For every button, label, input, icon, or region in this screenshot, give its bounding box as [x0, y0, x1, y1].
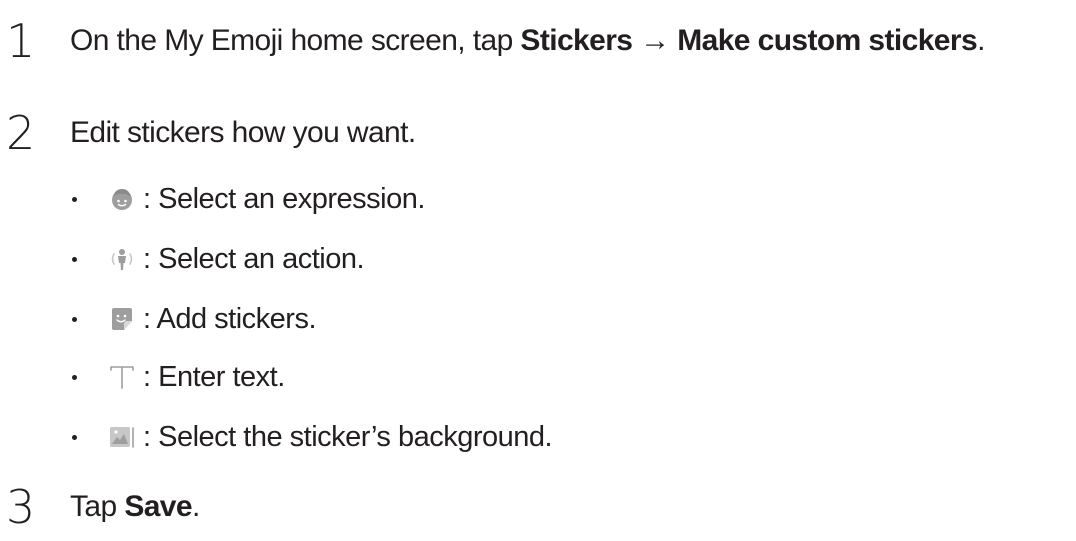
- step-text-bold-save: Save: [124, 490, 192, 523]
- action-figure-icon: [107, 244, 137, 274]
- arrow-glyph: →: [632, 24, 678, 57]
- bullet-text: : Select the sticker’s background.: [143, 420, 553, 453]
- bullet-dot: [72, 434, 77, 440]
- step-text-period: .: [191, 490, 200, 523]
- bullet-action: : Select an action.: [72, 242, 365, 275]
- step-number: 3: [6, 480, 35, 534]
- step-text: Tap Save.: [70, 492, 200, 522]
- background-image-icon: [107, 422, 137, 452]
- step-text-bold-stickers: Stickers: [520, 24, 633, 57]
- step-number: 1: [6, 14, 35, 68]
- step-text-bold-make-custom: Make custom stickers: [677, 24, 978, 57]
- step-text: On the My Emoji home screen, tap Sticker…: [70, 26, 985, 56]
- bullet-dot: [72, 256, 77, 262]
- step-text-plain: Tap: [70, 490, 125, 523]
- bullet-text: : Enter text.: [143, 360, 285, 393]
- step-text-plain: On the My Emoji home screen, tap: [70, 24, 521, 57]
- bullet-text: : Select an expression.: [143, 182, 425, 215]
- bullet-text-entry: : Enter text.: [72, 362, 285, 392]
- bullet-expression: : Select an expression.: [72, 184, 425, 214]
- bullet-background: : Select the sticker’s background.: [72, 420, 553, 453]
- sticker-icon: [107, 304, 137, 334]
- bullet-dot: [72, 374, 77, 380]
- step-number: 2: [6, 106, 35, 160]
- step-text: Edit stickers how you want.: [70, 116, 416, 149]
- bullet-dot: [72, 316, 77, 322]
- bullet-text: : Select an action.: [143, 242, 365, 275]
- expression-face-icon: [107, 184, 137, 214]
- bullet-stickers: : Add stickers.: [72, 302, 317, 335]
- bullet-text: : Add stickers.: [143, 302, 317, 335]
- step-text-period: .: [977, 24, 985, 57]
- bullet-dot: [72, 196, 77, 202]
- text-t-icon: [107, 362, 137, 392]
